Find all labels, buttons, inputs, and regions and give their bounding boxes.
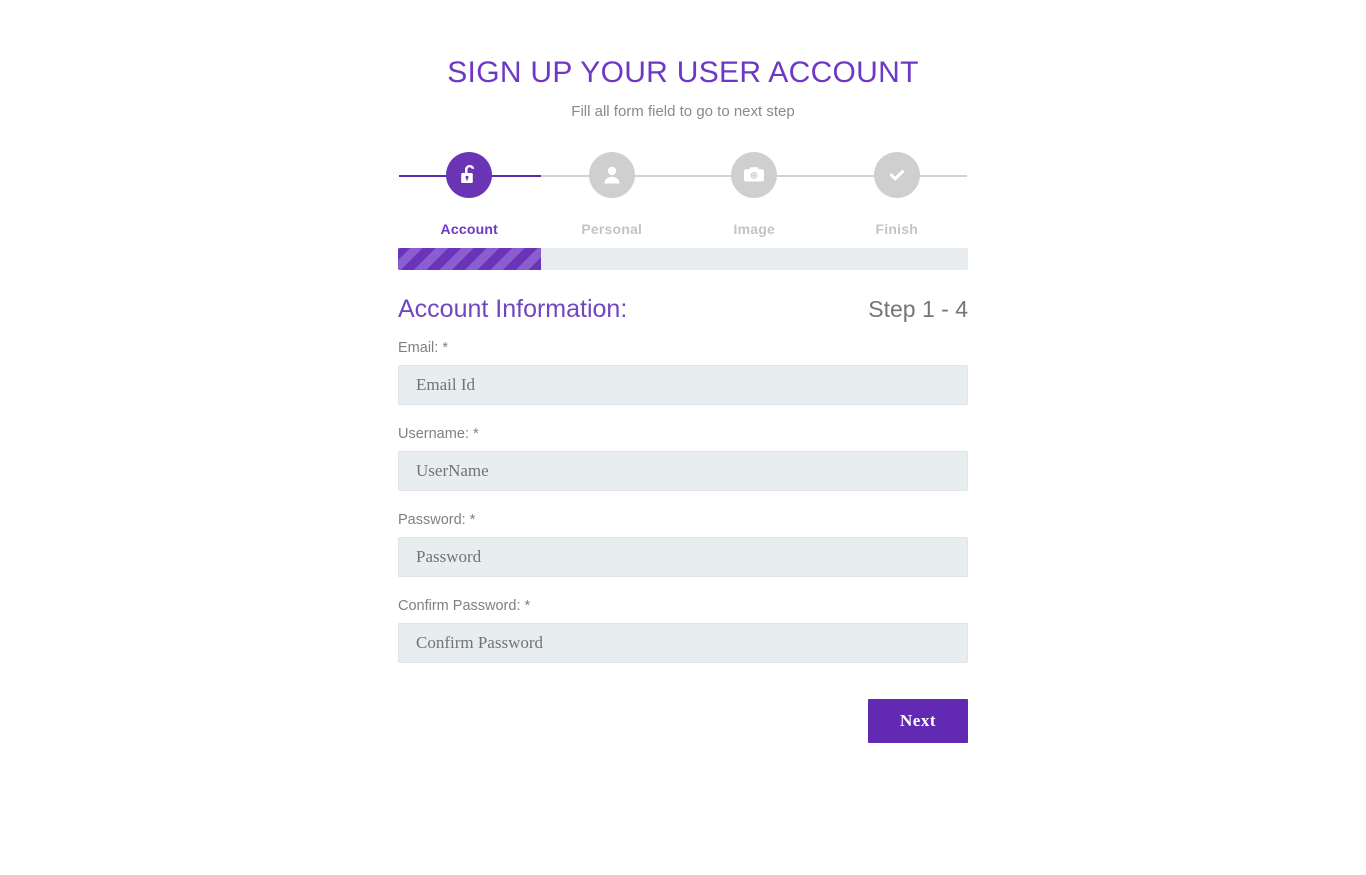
step-finish-label: Finish — [875, 221, 918, 237]
email-label: Email: * — [398, 339, 448, 356]
username-field-group: Username: * — [398, 426, 968, 491]
password-label: Password: * — [398, 511, 476, 528]
progress-bar-fill — [398, 248, 541, 270]
step-counter: Step 1 - 4 — [868, 296, 968, 322]
step-account[interactable]: Account — [398, 152, 541, 242]
step-image-circle — [731, 152, 778, 198]
step-finish-circle — [873, 152, 920, 198]
progress-bar — [398, 248, 968, 270]
username-input[interactable] — [398, 450, 968, 491]
page-title: SIGN UP YOUR USER ACCOUNT — [447, 56, 919, 89]
page-subtitle: Fill all form field to go to next step — [571, 103, 795, 120]
step-personal-circle — [588, 152, 635, 198]
email-input[interactable] — [398, 364, 968, 405]
step-account-circle — [446, 152, 493, 198]
step-image-label: Image — [733, 221, 775, 237]
email-field-group: Email: * — [398, 340, 968, 405]
password-input[interactable] — [398, 536, 968, 577]
section-header: Account Information: Step 1 - 4 — [398, 295, 968, 324]
password-field-group: Password: * — [398, 512, 968, 577]
account-information-form: Email: * Username: * Password: * Confirm… — [398, 340, 968, 743]
next-button[interactable]: Next — [868, 698, 968, 743]
check-icon — [885, 163, 909, 187]
step-account-label: Account — [440, 221, 498, 237]
signup-wizard-page: SIGN UP YOUR USER ACCOUNT Fill all form … — [0, 0, 1366, 875]
section-title: Account Information: — [398, 295, 628, 323]
step-finish[interactable]: Finish — [826, 152, 969, 242]
confirm-password-label: Confirm Password: * — [398, 597, 531, 614]
step-image[interactable]: Image — [683, 152, 826, 242]
form-footer: Next — [398, 698, 968, 743]
username-label: Username: * — [398, 425, 479, 442]
step-personal[interactable]: Personal — [541, 152, 684, 242]
user-icon — [601, 163, 623, 187]
step-personal-label: Personal — [581, 221, 643, 237]
wizard-container: SIGN UP YOUR USER ACCOUNT Fill all form … — [398, 0, 968, 743]
confirm-password-field-group: Confirm Password: * — [398, 598, 968, 663]
unlock-icon — [458, 163, 480, 187]
camera-icon — [742, 164, 766, 186]
step-indicator: Account Personal Image Finish — [398, 152, 968, 242]
confirm-password-input[interactable] — [398, 622, 968, 663]
